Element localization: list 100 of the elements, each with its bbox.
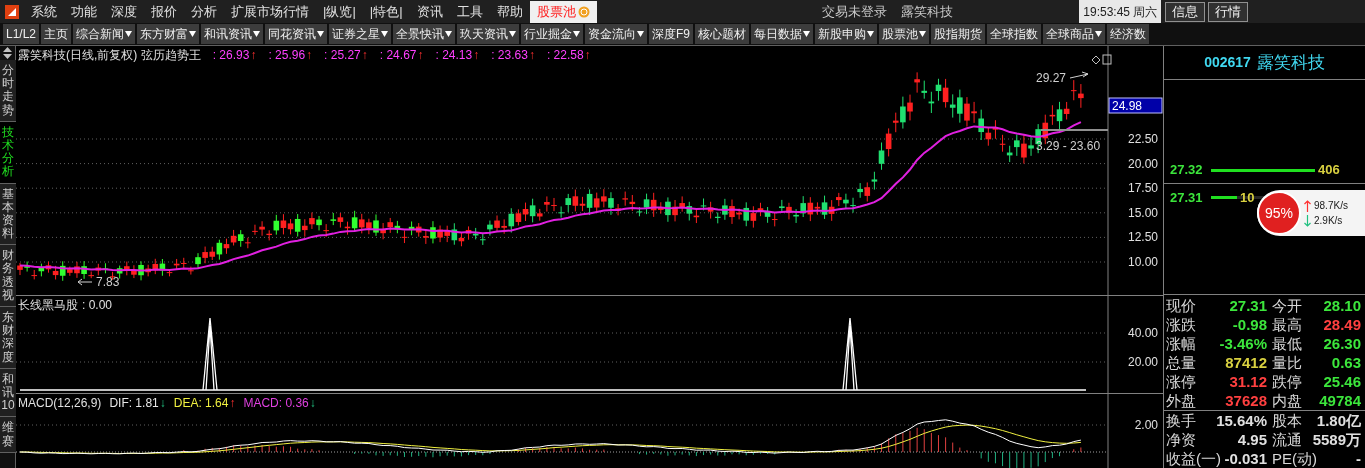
- toolbar-button[interactable]: 综合新闻: [73, 24, 136, 44]
- top-button[interactable]: 信息: [1165, 1, 1205, 22]
- toolbar-button[interactable]: 同花资讯: [265, 24, 328, 44]
- up-arrow: ↑: [528, 48, 535, 62]
- stat-label: 涨幅: [1166, 334, 1196, 353]
- toolbar-button[interactable]: 证券之星: [329, 24, 392, 44]
- stat-value: 31.12: [1229, 372, 1267, 391]
- indicator-value: MACD: 0.36: [243, 396, 309, 410]
- toolbar-button[interactable]: 全球指数: [987, 24, 1042, 44]
- axis-label: 22.50: [1127, 132, 1158, 146]
- stat-label: 量比: [1272, 353, 1302, 372]
- stat-label: 跌停: [1272, 372, 1302, 391]
- stat-label: 收益(一): [1166, 449, 1221, 468]
- toolbar-button[interactable]: 资金流向: [585, 24, 648, 44]
- up-arrow: ↑: [417, 48, 424, 62]
- side-tab[interactable]: 和讯10: [0, 368, 16, 418]
- toolbar-button[interactable]: 经济数: [1107, 24, 1150, 44]
- indicator-value: : 25.27: [324, 48, 361, 62]
- axis-label: 40.00: [1127, 326, 1158, 340]
- menu-item[interactable]: 工具: [449, 0, 490, 23]
- stat-label: 最低: [1272, 334, 1302, 353]
- up-arrow: ↑: [361, 48, 368, 62]
- stat-value: 15.64%: [1216, 411, 1267, 430]
- side-tab[interactable]: 技术分析: [0, 121, 16, 184]
- diamond-icon: [1091, 55, 1101, 65]
- menu-item[interactable]: 系统: [24, 0, 64, 23]
- low-price-label: 7.83: [96, 275, 120, 289]
- down-arrow: ↓: [159, 396, 166, 410]
- toolbar-button[interactable]: L1/L2: [3, 24, 40, 44]
- toolbar-button[interactable]: 全景快讯: [393, 24, 456, 44]
- down-arrow: ↓: [309, 396, 316, 410]
- toolbar-button[interactable]: 新股申购: [815, 24, 878, 44]
- toolbar-button[interactable]: 深度F9: [649, 24, 694, 44]
- toolbar-button[interactable]: 东方财富: [137, 24, 200, 44]
- caret-icon: [637, 31, 645, 37]
- side-tab[interactable]: 维赛: [0, 417, 16, 453]
- caret-icon: [803, 31, 811, 37]
- stat-value: 5589万: [1312, 430, 1361, 449]
- indicator-value: : 0.00: [82, 298, 113, 312]
- toolbar-button[interactable]: 行业掘金: [521, 24, 584, 44]
- caret-icon: [919, 31, 927, 37]
- indicator-value: : 22.58: [546, 48, 584, 62]
- scroll-arrows-icon: [0, 46, 15, 60]
- menu-item[interactable]: 功能: [64, 0, 104, 23]
- order-volume: 10: [1240, 189, 1255, 206]
- side-tab[interactable]: 基本资料: [0, 183, 16, 246]
- clock-weekday: 周六: [1133, 3, 1157, 21]
- menu-item[interactable]: 深度: [104, 0, 144, 23]
- stat-value: 49784: [1319, 391, 1361, 410]
- side-tab[interactable]: 东财深度: [0, 307, 16, 369]
- menu-item[interactable]: 扩展市场行情: [224, 0, 316, 23]
- stat-label: 股本: [1272, 411, 1302, 430]
- stat-value: 37628: [1225, 391, 1267, 410]
- stat-value: 25.46: [1323, 372, 1361, 391]
- current-price-tag: 24.98: [1108, 97, 1163, 114]
- menu-item[interactable]: 分析: [184, 0, 224, 23]
- toolbar-button[interactable]: 和讯资讯: [201, 24, 264, 44]
- indicator-value: DIF: 1.81: [109, 396, 159, 410]
- menu-item[interactable]: 帮助: [489, 0, 530, 23]
- side-tab[interactable]: 分时走势: [0, 60, 16, 122]
- stat-label: 总量: [1166, 353, 1196, 372]
- stat-value: -3.46%: [1219, 334, 1267, 353]
- stat-value: -: [1356, 449, 1361, 468]
- menu-item[interactable]: 报价: [144, 0, 184, 23]
- toolbar-button[interactable]: 核心题材: [695, 24, 750, 44]
- stat-label: 换手: [1166, 411, 1196, 430]
- caret-icon: [509, 31, 517, 37]
- chart-title: 露笑科技(日线,前复权) 弦历趋势王: [18, 48, 201, 62]
- toolbar-button[interactable]: 每日数据: [751, 24, 814, 44]
- toolbar-button[interactable]: 股票池: [879, 24, 930, 44]
- menu-item[interactable]: 资讯: [409, 0, 450, 23]
- menu-item[interactable]: |纵览|: [316, 0, 363, 23]
- support-line: [1040, 129, 1109, 131]
- top-button[interactable]: 行情: [1208, 1, 1248, 22]
- toolbar-button[interactable]: 全球商品: [1043, 24, 1106, 44]
- indicator-value: : 25.96: [268, 48, 306, 62]
- caret-icon: [445, 31, 453, 37]
- toolbar-button[interactable]: 玖天资讯: [457, 24, 520, 44]
- toolbar-button[interactable]: 主页: [41, 24, 72, 44]
- axis-label: 20.00: [1127, 156, 1158, 171]
- high-price-label: 29.27: [1036, 71, 1067, 85]
- stat-value: 4.95: [1237, 430, 1267, 449]
- app-logo-icon: [5, 4, 19, 19]
- stat-label: 最高: [1272, 315, 1302, 334]
- caret-icon: [1095, 31, 1103, 37]
- axis-label: 10.00: [1127, 255, 1158, 269]
- order-price: 27.31: [1170, 188, 1204, 207]
- side-tab[interactable]: 财务透视: [0, 245, 16, 307]
- square-icon: [1102, 54, 1112, 65]
- indicator-value: : 24.13: [435, 48, 473, 62]
- stock-code: 002617: [1204, 53, 1251, 72]
- stat-value: 0.63: [1331, 353, 1361, 372]
- usage-badge: 95%: [1257, 191, 1301, 235]
- menu-item[interactable]: |特色|: [362, 0, 410, 23]
- toolbar-button[interactable]: 股指期货: [931, 24, 986, 44]
- stat-value: 26.30: [1323, 334, 1361, 353]
- stat-label: 外盘: [1166, 391, 1196, 410]
- axis-label: 17.50: [1127, 181, 1158, 196]
- up-arrow: ↑: [584, 48, 591, 62]
- download-speed: 2.9K/s: [1314, 214, 1343, 228]
